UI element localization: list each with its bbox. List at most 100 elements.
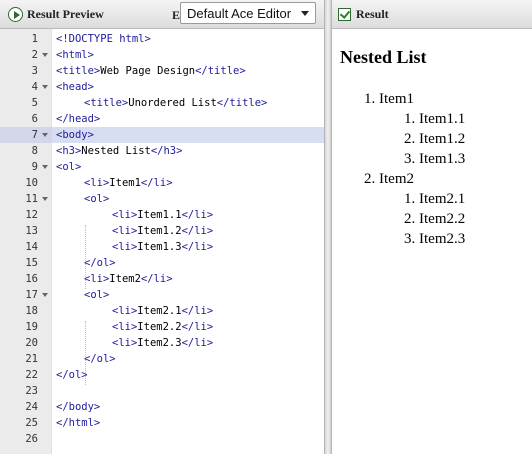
- code-tag: <li>: [112, 337, 138, 349]
- list-item-marker: 1.: [364, 91, 376, 107]
- line-number: 23: [0, 383, 52, 399]
- code-line[interactable]: [52, 383, 324, 399]
- result-render: Nested List 1. Item1 1. Item1.1 2. Item1.2…: [332, 29, 532, 454]
- editor-tab-stub[interactable]: E: [172, 8, 180, 23]
- code-line[interactable]: </head>: [52, 111, 324, 127]
- code-tag: <h3>: [56, 145, 82, 157]
- result-toolbar: Result: [332, 0, 532, 29]
- line-number-text: 14: [25, 241, 38, 253]
- line-number-text: 7: [31, 129, 38, 141]
- code-line[interactable]: <li>Item1</li>: [52, 175, 324, 191]
- line-number: 21: [0, 351, 52, 367]
- code-tag: </li>: [181, 337, 214, 349]
- code-text: Item2: [109, 273, 141, 285]
- code-tag: <ol>: [56, 161, 82, 173]
- line-number-text: 4: [31, 81, 38, 93]
- code-tag: <li>: [112, 225, 138, 237]
- fold-arrow-icon[interactable]: [42, 293, 48, 297]
- line-number: 8: [0, 143, 52, 159]
- theme-select-value: Default Ace Editor: [187, 5, 292, 21]
- code-line[interactable]: <body>: [52, 127, 324, 143]
- fold-arrow-icon[interactable]: [42, 197, 48, 201]
- code-tag: <li>: [112, 305, 138, 317]
- code-tag: <li>: [112, 241, 138, 253]
- code-line[interactable]: <title>Web Page Design</title>: [52, 63, 324, 79]
- code-line[interactable]: <ol>: [52, 159, 324, 175]
- code-line[interactable]: <head>: [52, 79, 324, 95]
- line-number: 11: [0, 191, 52, 207]
- code-tag: </li>: [181, 209, 214, 221]
- line-number: 15: [0, 255, 52, 271]
- result-preview-button[interactable]: Result Preview: [4, 4, 110, 25]
- line-number: 20: [0, 335, 52, 351]
- fold-arrow-icon[interactable]: [42, 53, 48, 57]
- line-number-text: 26: [25, 433, 38, 445]
- code-text: Item1.1: [137, 209, 182, 221]
- fold-arrow-icon[interactable]: [42, 85, 48, 89]
- line-number: 25: [0, 415, 52, 431]
- code-line[interactable]: <li>Item1.3</li>: [52, 239, 324, 255]
- list-item: 2. Item1.2: [404, 129, 465, 149]
- code-line[interactable]: </ol>: [52, 351, 324, 367]
- line-number-text: 6: [31, 113, 38, 125]
- code-line[interactable]: <h3>Nested List</h3>: [52, 143, 324, 159]
- code-line[interactable]: </ol>: [52, 255, 324, 271]
- line-number: 3: [0, 63, 52, 79]
- code-tag: <title>: [84, 97, 129, 109]
- code-tag: <li>: [112, 321, 138, 333]
- line-number: 13: [0, 223, 52, 239]
- code-tag: <li>: [84, 273, 110, 285]
- code-line[interactable]: <li>Item1.1</li>: [52, 207, 324, 223]
- code-line[interactable]: <li>Item2.2</li>: [52, 319, 324, 335]
- code-text: Item1: [109, 177, 141, 189]
- checkbox-icon[interactable]: [338, 7, 351, 21]
- code-line[interactable]: <li>Item2.3</li>: [52, 335, 324, 351]
- code-line[interactable]: <!DOCTYPE html>: [52, 31, 324, 47]
- play-icon: [8, 7, 23, 22]
- code-line[interactable]: </html>: [52, 415, 324, 431]
- line-number: 12: [0, 207, 52, 223]
- code-text: Item2.3: [137, 337, 182, 349]
- code-line[interactable]: <html>: [52, 47, 324, 63]
- line-number: 10: [0, 175, 52, 191]
- result-preview-label: Result Preview: [27, 7, 104, 21]
- theme-select[interactable]: Default Ace Editor: [180, 2, 316, 24]
- list-item-label: Item2.1: [415, 191, 466, 207]
- code-line[interactable]: <li>Item2.1</li>: [52, 303, 324, 319]
- code-line[interactable]: <ol>: [52, 287, 324, 303]
- code-tag: </body>: [56, 401, 101, 413]
- result-toolbar-label: Result: [356, 6, 389, 21]
- code-editor[interactable]: 1 <!DOCTYPE html> 2 <html> 3 <title>Web Page …: [0, 29, 324, 454]
- code-tag: </li>: [181, 305, 214, 317]
- code-tag: </title>: [195, 65, 246, 77]
- list-item: 2. Item2.2: [404, 209, 465, 229]
- pane-splitter[interactable]: [324, 0, 332, 454]
- code-line[interactable]: <li>Item1.2</li>: [52, 223, 324, 239]
- line-number: 17: [0, 287, 52, 303]
- line-number: 19: [0, 319, 52, 335]
- list-item-label: Item1: [375, 91, 414, 107]
- fold-arrow-icon[interactable]: [42, 165, 48, 169]
- list-item-marker: 1.: [404, 191, 416, 207]
- code-line[interactable]: <ol>: [52, 191, 324, 207]
- list-item-label: Item2.2: [415, 211, 466, 227]
- code-line[interactable]: [52, 431, 324, 447]
- code-line[interactable]: </body>: [52, 399, 324, 415]
- code-tag: </li>: [140, 177, 173, 189]
- code-line[interactable]: <title>Unordered List</title>: [52, 95, 324, 111]
- line-number: 1: [0, 31, 52, 47]
- code-text: Unordered List: [128, 97, 217, 109]
- fold-arrow-icon[interactable]: [42, 133, 48, 137]
- line-number-text: 13: [25, 225, 38, 237]
- code-tag: <ol>: [84, 193, 110, 205]
- code-tag: </h3>: [150, 145, 183, 157]
- line-number: 4: [0, 79, 52, 95]
- line-number-text: 5: [31, 97, 38, 109]
- list-item-label: Item1.2: [415, 131, 466, 147]
- line-number: 18: [0, 303, 52, 319]
- list-item: 3. Item2.3: [404, 229, 465, 249]
- code-line[interactable]: <li>Item2</li>: [52, 271, 324, 287]
- code-line[interactable]: </ol>: [52, 367, 324, 383]
- list-item-marker: 3.: [404, 231, 416, 247]
- line-number-text: 1: [31, 33, 38, 45]
